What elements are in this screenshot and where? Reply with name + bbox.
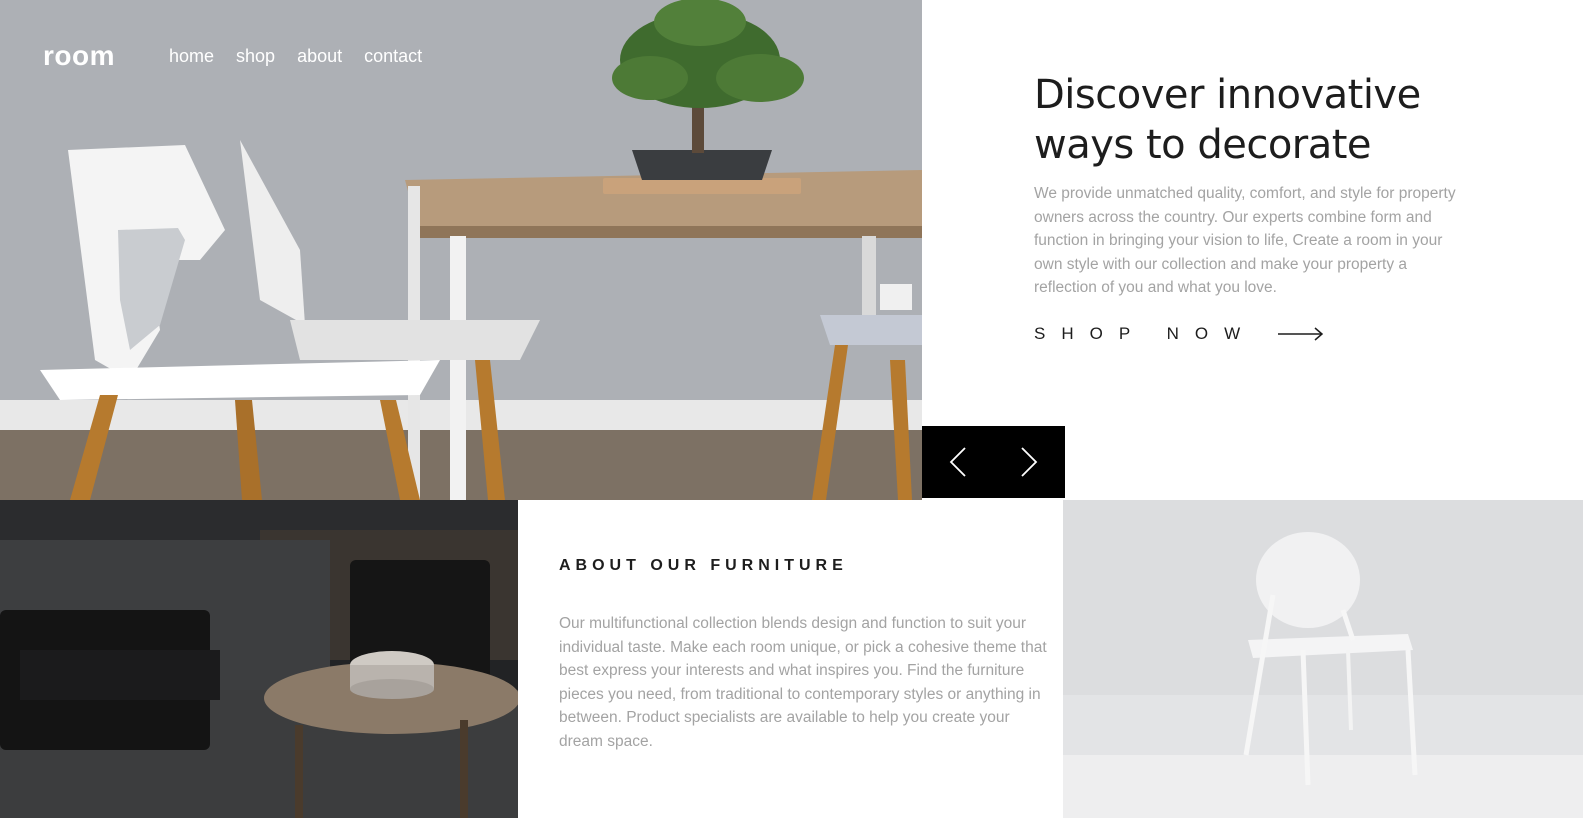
arrow-right-icon [1278,326,1324,341]
top-navigation: room home shop about contact [43,40,422,72]
nav-links: home shop about contact [169,46,422,67]
hero-content: Discover innovative ways to decorate We … [1034,70,1474,344]
brand-logo[interactable]: room [43,40,115,72]
about-title: ABOUT OUR FURNITURE [559,557,848,574]
hero-title: Discover innovative ways to decorate [1034,72,1421,168]
dark-furniture-illustration [0,500,518,818]
slider-next-button[interactable] [994,426,1066,498]
nav-link-home[interactable]: home [169,46,214,67]
slider-controls [922,426,1065,498]
nav-link-shop[interactable]: shop [236,46,275,67]
dark-furniture-image [0,500,518,818]
hero-image: room home shop about contact [0,0,922,500]
about-section: ABOUT OUR FURNITURE Our multifunctional … [518,500,1063,818]
shop-now-label: SHOP NOW [1034,323,1257,343]
about-text: Our multifunctional collection blends de… [559,615,1047,750]
chevron-right-icon [1021,447,1038,477]
light-chair-illustration [1063,500,1583,818]
slider-prev-button[interactable] [922,426,994,498]
chevron-left-icon [949,447,966,477]
shop-now-button[interactable]: SHOP NOW [1034,324,1474,344]
hero-photo-illustration [0,0,922,500]
light-chair-image [1063,500,1583,818]
hero-description: We provide unmatched quality, comfort, a… [1034,185,1456,296]
nav-link-about[interactable]: about [297,46,342,67]
nav-link-contact[interactable]: contact [364,46,422,67]
